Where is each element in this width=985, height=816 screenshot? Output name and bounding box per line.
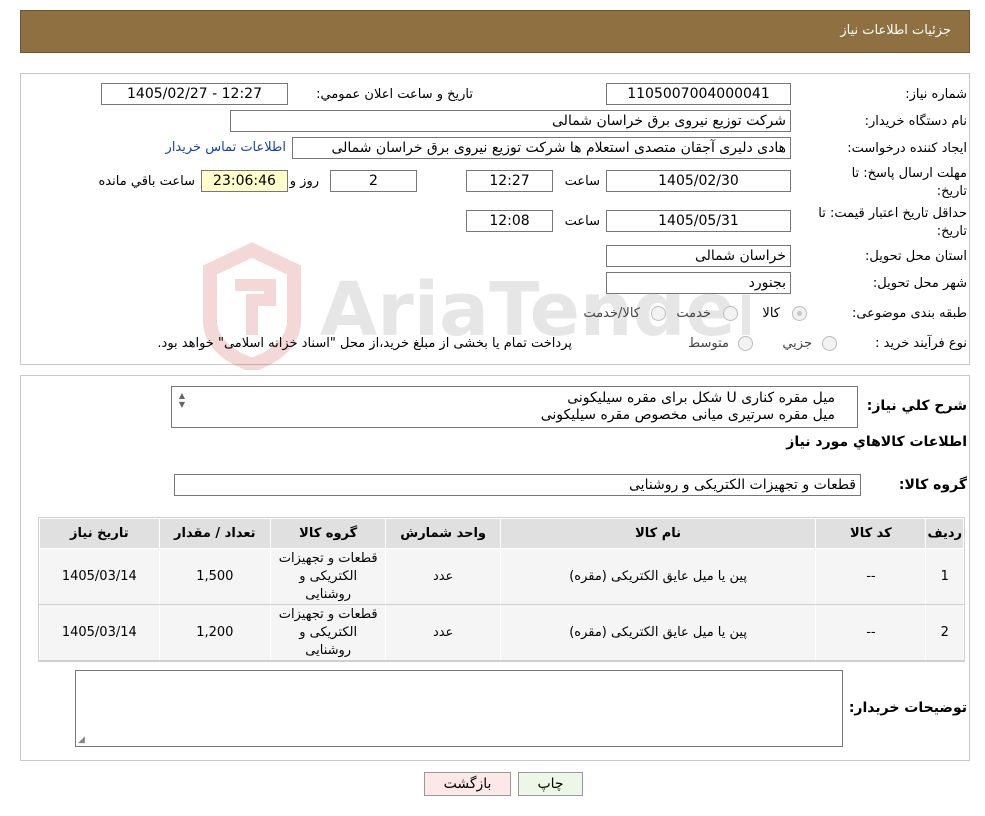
category-radio-goods-service[interactable] [651,306,666,321]
goods-group-field: قطعات و تجهیزات الکتریکی و روشنایی [174,474,861,496]
city-field: بجنورد [606,272,791,294]
scroll-arrows[interactable]: ▲ ▼ [175,391,189,425]
process-radio-medium[interactable] [738,336,753,351]
category-label: طبقه بندی موضوعی: [851,306,967,321]
buyer-notes-label: توضیحات خریدار: [848,700,967,716]
cell-row: 1 [925,548,964,605]
cell-group: قطعات و تجهیزات الکتریکی و روشنایی [269,548,387,605]
cell-date: 1405/03/14 [39,548,160,605]
price-validity-time-field: 12:08 [466,210,553,232]
need-number-label: شماره نیاز: [905,87,967,102]
process-radio-minor[interactable] [822,336,837,351]
days-label: روز و [289,174,319,189]
process-option-minor: جزیي [782,336,812,351]
cell-name: پین یا میل عایق الکتریکی (مقره) [499,548,817,605]
reply-time-label: ساعت [564,174,600,189]
cell-code: -- [815,548,927,605]
buyer-notes-textarea[interactable] [75,670,843,747]
table-row: 1 -- پین یا میل عایق الکتریکی (مقره) عدد… [39,548,964,605]
col-header-date: تاریخ نیاز [39,518,160,549]
goods-group-label: گروه کالا: [898,477,967,493]
cell-unit: عدد [385,548,501,605]
resize-handle-icon[interactable]: ◢ [78,735,85,745]
items-table: رديف کد کالا نام کالا واحد شمارش گروه کا… [39,518,964,661]
cell-unit: عدد [385,604,501,661]
creator-label: ایجاد کننده درخواست: [847,141,967,156]
goods-info-title: اطلاعات کالاهاي مورد نياز [786,434,967,450]
reply-deadline-label: مهلت ارسال پاسخ: تا [851,166,967,181]
summary-label: شرح کلي نياز: [866,398,967,414]
back-button[interactable]: بازگشت [424,772,511,796]
col-header-name: نام کالا [499,518,817,549]
category-radio-service[interactable] [723,306,738,321]
col-header-row: رديف [925,518,964,549]
reply-date-field: 1405/02/30 [606,170,791,192]
category-option-goods-service: کالا/خدمت [583,306,640,321]
cell-group: قطعات و تجهیزات الکتریکی و روشنایی [269,604,387,661]
scroll-up-icon[interactable]: ▲ [175,391,189,400]
time-remaining-label: ساعت باقي مانده [98,174,195,189]
price-validity-label: حداقل تاریخ اعتبار قیمت: تا [818,206,967,221]
col-header-unit: واحد شمارش [385,518,501,549]
page-title: جزئیات اطلاعات نیاز [840,23,951,38]
city-label: شهر محل تحویل: [872,276,967,291]
scroll-down-icon[interactable]: ▼ [175,400,189,409]
summary-line-2: میل مقره سرتیری میانی مخصوص مقره سیلیکون… [540,407,835,423]
cell-name: پین یا میل عایق الکتریکی (مقره) [499,604,817,661]
table-header-row: رديف کد کالا نام کالا واحد شمارش گروه کا… [39,518,964,549]
price-validity-label-2: تاریخ: [936,224,967,239]
print-button[interactable]: چاپ [518,772,583,796]
cell-row: 2 [925,604,964,661]
page-header: جزئیات اطلاعات نیاز [20,10,970,53]
process-type-label: نوع فرآیند خرید : [875,336,967,351]
announce-label: تاریخ و ساعت اعلان عمومي: [316,87,473,102]
days-remaining-field: 2 [330,170,417,192]
process-option-medium: متوسط [688,336,729,351]
cell-qty: 1,500 [158,548,271,605]
category-radio-goods[interactable] [792,306,807,321]
category-option-service: خدمت [676,306,711,321]
cell-date: 1405/03/14 [39,604,160,661]
buyer-contact-link[interactable]: اطلاعات تماس خریدار [166,140,286,155]
reply-deadline-label-2: تاریخ: [936,184,967,199]
buyer-org-label: نام دستگاه خریدار: [864,114,967,129]
table-row: 2 -- پین یا میل عایق الکتریکی (مقره) عدد… [39,604,964,661]
summary-textarea[interactable]: میل مقره کناری U شکل برای مقره سیلیکونی … [171,386,858,428]
col-header-group: گروه کالا [269,518,387,549]
need-number-field: 1105007004000041 [606,83,791,105]
category-option-goods: کالا [762,306,780,321]
col-header-qty: تعداد / مقدار [158,518,271,549]
buyer-org-field: شرکت توزیع نیروی برق خراسان شمالی [230,110,791,132]
province-field: خراسان شمالی [606,245,791,267]
items-table-wrapper: رديف کد کالا نام کالا واحد شمارش گروه کا… [38,517,965,662]
creator-field: هادی دلیری آجقان متصدی استعلام ها شرکت ت… [292,137,791,159]
province-label: استان محل تحویل: [865,249,967,264]
col-header-code: کد کالا [815,518,927,549]
cell-qty: 1,200 [158,604,271,661]
price-validity-date-field: 1405/05/31 [606,210,791,232]
cell-code: -- [815,604,927,661]
announce-field: 1405/02/27 - 12:27 [101,83,288,105]
price-validity-time-label: ساعت [564,214,600,229]
summary-line-1: میل مقره کناری U شکل برای مقره سیلیکونی [567,390,835,406]
treasury-note: پرداخت تمام یا بخشی از مبلغ خرید،از محل … [157,336,572,351]
reply-time-field: 12:27 [466,170,553,192]
time-remaining-field: 23:06:46 [201,170,288,192]
